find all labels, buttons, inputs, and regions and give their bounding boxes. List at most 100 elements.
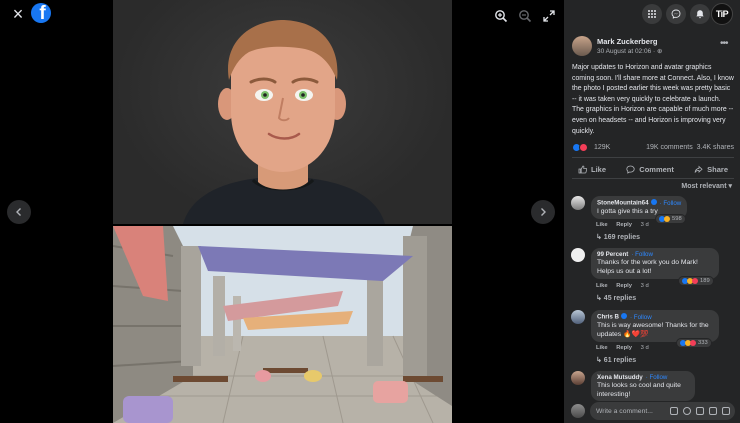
account-avatar[interactable]: TiP xyxy=(711,3,733,25)
post-body: Major updates to Horizon and avatar grap… xyxy=(572,64,734,135)
commenter-avatar[interactable] xyxy=(571,371,585,385)
commenter-avatar[interactable] xyxy=(571,310,585,324)
commenter-name[interactable]: Chris B xyxy=(597,314,619,321)
author-avatar[interactable] xyxy=(572,36,592,56)
comment-reply-link[interactable]: Reply xyxy=(616,345,632,351)
post-author[interactable]: Mark Zuckerberg xyxy=(597,37,657,46)
comment-reactions[interactable]: 333 xyxy=(677,339,711,347)
post-date-text: 30 August at 02:06 · xyxy=(597,48,657,55)
share-button[interactable]: Share xyxy=(688,160,734,178)
comment-bubble: Xena Mutsuddy · Follow This looks so cool… xyxy=(591,371,695,401)
fullscreen-icon[interactable] xyxy=(542,9,556,23)
commenter-name[interactable]: Xena Mutsuddy xyxy=(597,374,643,381)
avatar-render xyxy=(113,0,452,224)
comment-like-link[interactable]: Like xyxy=(596,222,608,228)
comment-bubble: Chris B · Follow This is way awesome! Tha… xyxy=(591,310,719,342)
horizon-world-scene xyxy=(113,226,452,423)
commenter-name[interactable]: StoneMountain64 xyxy=(597,200,649,207)
gif-icon[interactable] xyxy=(709,407,717,415)
comment-meta: Like Reply 3 d xyxy=(596,345,656,351)
divider xyxy=(572,178,734,179)
comment-label: Comment xyxy=(639,164,674,174)
comment-button[interactable]: Comment xyxy=(620,160,680,178)
comment-text: Thanks for the work you do Mark! Helps u… xyxy=(597,259,698,275)
post-stats: 129K 19K comments 3.4K shares xyxy=(572,142,734,154)
next-photo-button[interactable] xyxy=(531,200,555,224)
comment-meta: Like Reply 3 d xyxy=(596,283,656,289)
comment-time: 3 d xyxy=(640,222,649,228)
comments-count[interactable]: 19K comments xyxy=(646,144,693,151)
comment-reply-link[interactable]: Reply xyxy=(616,283,632,289)
comment-reply-link[interactable]: Reply xyxy=(616,222,632,228)
comment-meta: Like Reply 3 d xyxy=(596,222,656,228)
post-photo xyxy=(113,0,452,423)
reaction-icons[interactable] xyxy=(572,143,588,152)
post-actions: Like Comment Share xyxy=(572,160,734,178)
follow-link[interactable]: · Follow xyxy=(631,251,653,258)
facebook-top-bar: TiP xyxy=(564,0,740,28)
share-icon xyxy=(694,165,703,173)
comment-reaction-count: 598 xyxy=(672,216,682,222)
comment-like-link[interactable]: Like xyxy=(596,345,608,351)
view-replies-link[interactable]: ↳ 61 replies xyxy=(596,356,636,364)
post-timestamp[interactable]: 30 August at 02:06 · ⊕ xyxy=(597,47,662,55)
comment-icon xyxy=(626,165,635,174)
view-replies-link[interactable]: ↳ 169 replies xyxy=(596,233,640,241)
comment-share-counts: 19K comments 3.4K shares xyxy=(646,144,734,151)
like-button[interactable]: Like xyxy=(572,160,612,178)
follow-link[interactable]: · Follow xyxy=(630,314,652,321)
comment-reactions[interactable]: 189 xyxy=(679,277,713,285)
post-header: Mark Zuckerberg 30 August at 02:06 · ⊕ •… xyxy=(572,36,732,58)
comment-text: This looks so cool and quite interesting… xyxy=(597,382,681,398)
close-icon[interactable]: × xyxy=(10,5,26,23)
divider xyxy=(572,157,734,158)
chevron-left-icon xyxy=(16,208,21,216)
sticker-icon[interactable] xyxy=(722,407,730,415)
comment-sort-dropdown[interactable]: Most relevant ▾ xyxy=(681,182,732,190)
facebook-logo-letter: f xyxy=(39,3,46,23)
haha-reaction-icon xyxy=(664,216,670,222)
more-options-icon[interactable]: ••• xyxy=(720,38,728,49)
shares-count[interactable]: 3.4K shares xyxy=(697,144,734,151)
verified-badge-icon xyxy=(650,199,657,205)
comment-time: 3 d xyxy=(640,345,649,351)
current-user-avatar[interactable] xyxy=(571,404,585,418)
avatar-illustration xyxy=(183,20,385,224)
commenter-avatar[interactable] xyxy=(571,248,585,262)
love-reaction-icon xyxy=(692,278,698,284)
like-label: Like xyxy=(591,164,607,174)
share-label: Share xyxy=(707,164,728,174)
camera-icon[interactable] xyxy=(696,407,704,415)
love-reaction-icon xyxy=(690,340,696,346)
commenter-name[interactable]: 99 Percent xyxy=(597,251,628,258)
chevron-right-icon xyxy=(541,208,546,216)
follow-link[interactable]: · Follow xyxy=(660,200,682,207)
avatar-sticker-icon[interactable] xyxy=(670,407,678,415)
notifications-icon[interactable] xyxy=(690,4,710,24)
comment-reactions[interactable]: 598 xyxy=(656,215,685,223)
reaction-count[interactable]: 129K xyxy=(594,144,610,151)
comment-composer xyxy=(571,402,735,420)
commenter-avatar[interactable] xyxy=(571,196,585,210)
photo-viewer: × f xyxy=(0,0,564,423)
love-reaction-icon xyxy=(579,143,588,152)
menu-grid-icon[interactable] xyxy=(642,4,662,24)
globe-icon: ⊕ xyxy=(657,48,663,55)
messenger-icon[interactable] xyxy=(666,4,686,24)
viewer-toolbar xyxy=(494,9,556,23)
follow-link[interactable]: · Follow xyxy=(646,374,668,381)
comment-reaction-count: 333 xyxy=(698,340,708,346)
thumbs-up-icon xyxy=(578,165,587,173)
emoji-icon[interactable] xyxy=(683,407,691,415)
comment-like-link[interactable]: Like xyxy=(596,283,608,289)
view-replies-link[interactable]: ↳ 45 replies xyxy=(596,294,636,302)
comment-time: 3 d xyxy=(640,283,649,289)
comment-input[interactable] xyxy=(596,405,662,417)
facebook-logo[interactable]: f xyxy=(31,3,51,23)
previous-photo-button[interactable] xyxy=(7,200,31,224)
comment-input-box[interactable] xyxy=(590,402,735,420)
comment-text: This is way awesome! Thanks for the upda… xyxy=(597,321,709,338)
verified-badge-icon xyxy=(621,313,628,319)
zoom-in-icon[interactable] xyxy=(494,9,508,23)
zoom-out-icon[interactable] xyxy=(518,9,532,23)
